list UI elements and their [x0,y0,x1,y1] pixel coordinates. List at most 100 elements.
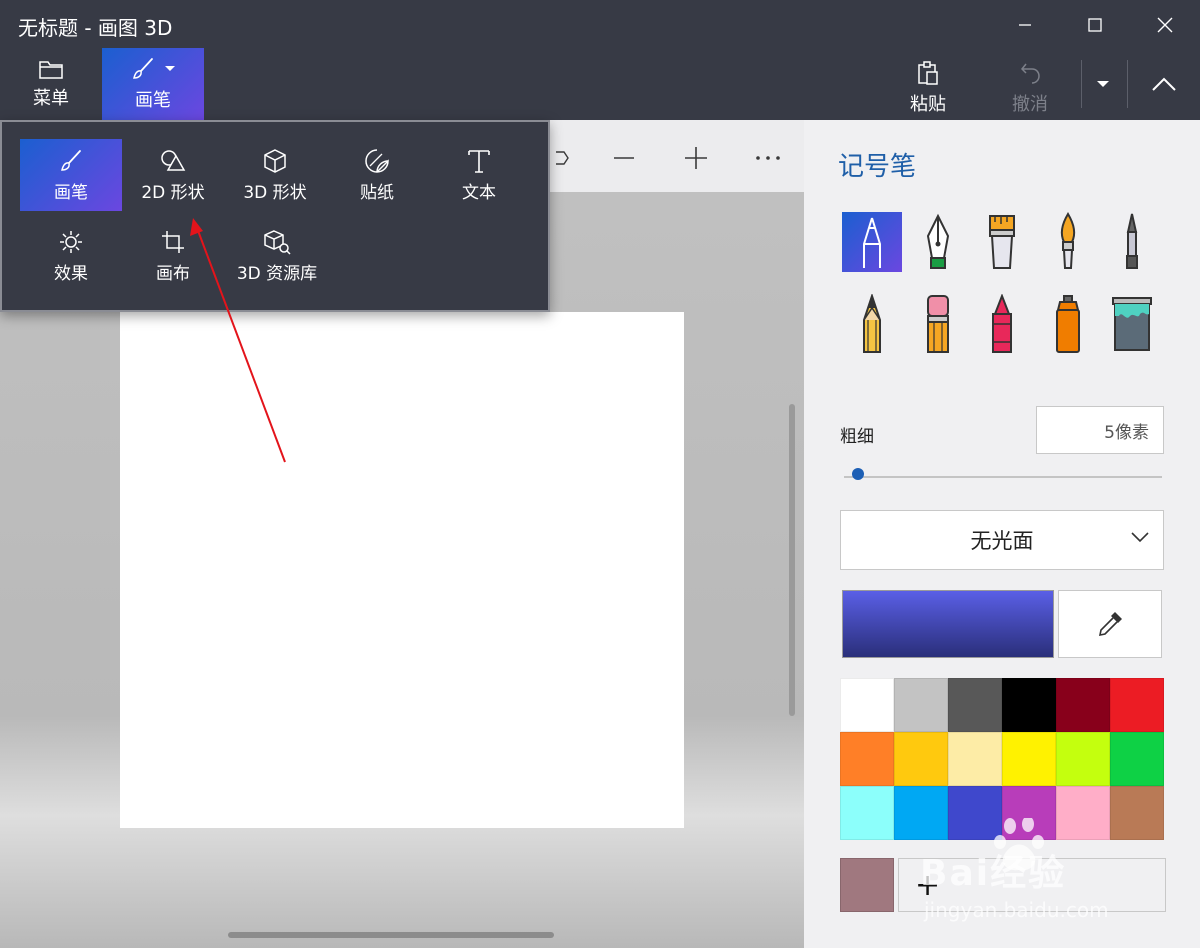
color-swatch[interactable] [840,732,894,786]
undo-icon [1020,63,1040,84]
custom-color-swatch[interactable] [840,858,894,912]
thickness-label: 粗细 [840,427,874,447]
finish-value: 无光面 [970,529,1034,553]
paste-label: 粘贴 [910,94,946,115]
watercolor-icon [1060,212,1076,269]
more-options-button[interactable] [748,138,788,178]
tool-spray-can[interactable] [1038,294,1098,354]
tool-pixel-pen[interactable] [1102,212,1162,272]
crayon-icon [992,294,1012,353]
horizontal-scrollbar[interactable] [228,932,554,938]
library-3d-icon [264,229,291,255]
tool-calligraphy-pen[interactable] [908,212,968,272]
plus-icon: + [915,867,941,903]
chevron-down-icon [165,66,175,71]
menu-item-stickers[interactable]: 贴纸 [326,139,428,211]
vertical-scrollbar[interactable] [789,404,795,716]
history-dropdown-button[interactable] [1080,60,1126,108]
color-swatch[interactable] [840,786,894,840]
panel-title: 记号笔 [838,152,917,182]
menu-item-label: 画笔 [54,182,88,203]
undo-button[interactable]: 撤消 [982,56,1078,120]
pixel-pen-icon [1126,213,1138,269]
minus-icon [614,157,634,159]
color-swatch[interactable] [948,678,1002,732]
drawing-canvas[interactable] [120,312,684,828]
close-button[interactable] [1132,0,1198,50]
minimize-icon [1019,24,1031,26]
menu-item-label: 3D 形状 [243,182,307,203]
chevron-up-icon [1152,77,1176,91]
finish-dropdown[interactable]: 无光面 [840,510,1164,570]
tool-fill[interactable] [1102,294,1162,354]
thickness-slider-thumb[interactable] [852,468,864,480]
color-swatch[interactable] [948,732,1002,786]
color-swatch[interactable] [1056,732,1110,786]
paste-button[interactable]: 粘贴 [880,56,976,120]
canvas-crop-icon [162,230,184,253]
tool-oil-brush[interactable] [972,212,1032,272]
brush-icon [61,149,81,171]
tool-eraser[interactable] [908,294,968,354]
color-swatch[interactable] [1056,678,1110,732]
color-swatch[interactable] [1110,786,1164,840]
thickness-input[interactable]: 5像素 [1036,406,1164,454]
maximize-button[interactable] [1062,0,1128,50]
spray-can-icon [1056,295,1080,353]
color-swatch[interactable] [1110,678,1164,732]
collapse-ribbon-button[interactable] [1132,60,1196,108]
pencil-icon [863,294,881,353]
menu-item-effects[interactable]: 效果 [20,220,122,292]
tool-pencil[interactable] [842,294,902,354]
brushes-tab[interactable]: 画笔 [102,48,204,120]
color-swatch[interactable] [948,786,1002,840]
menu-item-label: 效果 [54,263,88,284]
add-color-button[interactable]: + [898,858,1166,912]
eyedropper-icon [1098,612,1122,637]
menu-item-text[interactable]: 文本 [428,139,530,211]
maximize-icon [1088,18,1102,32]
menu-button[interactable]: 菜单 [0,48,102,120]
color-swatch[interactable] [1002,678,1056,732]
menu-item-label: 3D 资源库 [236,263,318,284]
chevron-down-icon [1097,81,1109,87]
color-palette [840,678,1164,840]
color-swatch[interactable] [894,678,948,732]
chevron-down-icon [1131,532,1149,543]
tools-dropdown-menu: 画笔 2D 形状 3D 形状 贴纸 文本 效果 画布 3D 资源库 [0,120,550,312]
plus-icon [685,147,707,169]
zoom-in-button[interactable] [676,138,716,178]
color-swatch[interactable] [1056,786,1110,840]
color-swatch[interactable] [840,678,894,732]
brush-settings-panel: 记号笔 粗细 5像素 无光面 + [804,120,1200,948]
menu-item-label: 画布 [156,263,190,284]
oil-brush-icon [989,215,1015,269]
eyedropper-button[interactable] [1058,590,1162,658]
minimize-button[interactable] [992,0,1058,50]
color-swatch[interactable] [1110,732,1164,786]
current-color-swatch[interactable] [842,590,1054,658]
menu-item-3d-library[interactable]: 3D 资源库 [224,220,330,292]
clipboard-icon [918,61,938,85]
fill-bucket-icon [1112,297,1152,351]
sun-icon [60,230,82,253]
color-swatch[interactable] [1002,732,1056,786]
zoom-out-button[interactable] [604,138,644,178]
menu-item-label: 贴纸 [360,182,394,203]
sticker-icon [365,148,389,173]
menu-item-3d-shapes[interactable]: 3D 形状 [224,139,326,211]
color-swatch[interactable] [894,732,948,786]
menu-item-label: 2D 形状 [141,182,205,203]
thickness-slider[interactable] [844,476,1162,478]
menu-item-canvas[interactable]: 画布 [122,220,224,292]
tool-watercolor[interactable] [1038,212,1098,272]
folder-icon [39,61,63,79]
color-swatch[interactable] [1002,786,1056,840]
menu-label: 菜单 [33,88,69,109]
tool-marker[interactable] [842,212,902,272]
tool-crayon[interactable] [972,294,1032,354]
close-icon [1157,17,1173,33]
menu-item-2d-shapes[interactable]: 2D 形状 [122,139,224,211]
menu-item-brushes[interactable]: 画笔 [20,139,122,211]
color-swatch[interactable] [894,786,948,840]
